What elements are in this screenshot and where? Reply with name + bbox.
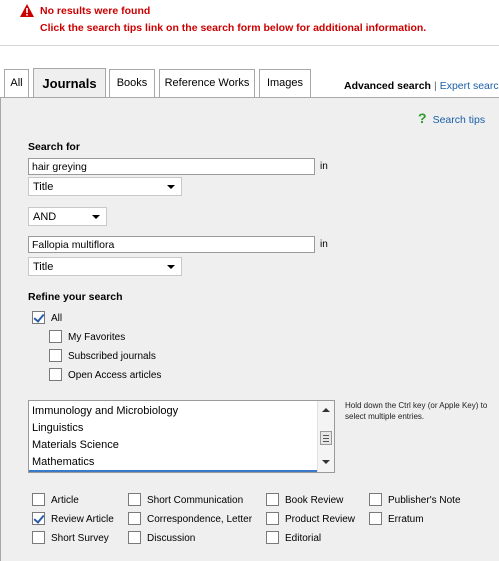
erratum-checkbox[interactable]: [369, 512, 382, 525]
term-2-in-label: in: [320, 239, 328, 250]
open-access-label: Open Access articles: [68, 370, 162, 381]
alert-title: No results were found: [40, 5, 151, 17]
scroll-down-arrow-icon[interactable]: [322, 460, 330, 464]
search-term-2-input[interactable]: [28, 236, 315, 253]
operator-value: AND: [33, 211, 57, 223]
term-1-field-value: Title: [33, 181, 54, 193]
chevron-down-icon: [167, 265, 175, 269]
my-favorites-label: My Favorites: [68, 332, 126, 343]
open-access-checkbox[interactable]: [49, 368, 62, 381]
subject-listbox[interactable]: Immunology and Microbiology Linguistics …: [28, 400, 335, 473]
term-2-field-select[interactable]: Title: [28, 257, 182, 276]
chevron-down-icon: [92, 215, 100, 219]
refine-all-label: All: [51, 313, 63, 324]
subscribed-journals-checkbox[interactable]: [49, 349, 62, 362]
article-checkbox[interactable]: [32, 493, 45, 506]
tab-images[interactable]: Images: [259, 69, 311, 97]
editorial-checkbox[interactable]: [266, 531, 279, 544]
link-separator: |: [433, 80, 437, 92]
term-1-in-label: in: [320, 161, 328, 172]
tab-reference-works[interactable]: Reference Works: [159, 69, 255, 97]
listbox-scrollbar[interactable]: [317, 401, 334, 472]
scroll-up-arrow-icon[interactable]: [322, 408, 330, 412]
refine-all-checkbox[interactable]: [32, 311, 45, 324]
tab-divider: [0, 97, 499, 98]
list-item[interactable]: Mathematics: [32, 456, 94, 468]
correspondence-letter-label: Correspondence, Letter: [147, 514, 253, 525]
list-item[interactable]: Linguistics: [32, 422, 83, 434]
search-term-1-input[interactable]: [28, 158, 315, 175]
advanced-search-link[interactable]: Advanced search: [344, 80, 431, 92]
list-item[interactable]: Immunology and Microbiology: [32, 405, 178, 417]
book-review-label: Book Review: [285, 495, 344, 506]
scrollbar-thumb[interactable]: [320, 431, 332, 445]
review-article-label: Review Article: [51, 514, 114, 525]
short-survey-label: Short Survey: [51, 533, 109, 544]
correspondence-letter-checkbox[interactable]: [128, 512, 141, 525]
alert-message: Click the search tips link on the search…: [40, 22, 427, 34]
multiselect-hint: Hold down the Ctrl key (or Apple Key) to…: [345, 401, 488, 421]
book-review-checkbox[interactable]: [266, 493, 279, 506]
grip-line: [323, 441, 329, 442]
my-favorites-checkbox[interactable]: [49, 330, 62, 343]
short-communication-checkbox[interactable]: [128, 493, 141, 506]
publishers-note-label: Publisher's Note: [388, 495, 461, 506]
search-tips-label: Search tips: [432, 114, 486, 126]
subscribed-journals-label: Subscribed journals: [68, 351, 156, 362]
list-focus-line: [29, 470, 318, 472]
refine-search-label: Refine your search: [28, 291, 123, 303]
term-2-field-value: Title: [33, 261, 54, 273]
review-article-checkbox[interactable]: [32, 512, 45, 525]
boolean-operator-select[interactable]: AND: [28, 207, 107, 226]
product-review-checkbox[interactable]: [266, 512, 279, 525]
no-results-alert: No results were found Click the search t…: [0, 0, 499, 46]
discussion-label: Discussion: [147, 533, 196, 544]
publishers-note-checkbox[interactable]: [369, 493, 382, 506]
grip-line: [323, 435, 329, 436]
short-survey-checkbox[interactable]: [32, 531, 45, 544]
product-review-label: Product Review: [285, 514, 356, 525]
search-mode-links: Advanced search | Expert search: [344, 80, 499, 92]
grip-line: [323, 438, 329, 439]
search-tips-link[interactable]: ? Search tips: [418, 110, 485, 126]
chevron-down-icon: [167, 185, 175, 189]
list-item[interactable]: Materials Science: [32, 439, 119, 451]
discussion-checkbox[interactable]: [128, 531, 141, 544]
term-1-field-select[interactable]: Title: [28, 177, 182, 196]
expert-search-link[interactable]: Expert search: [440, 80, 499, 92]
erratum-label: Erratum: [388, 514, 424, 525]
article-label: Article: [51, 495, 79, 506]
tab-all[interactable]: All: [4, 69, 29, 97]
warning-icon: [20, 4, 34, 17]
tab-books[interactable]: Books: [109, 69, 155, 97]
help-question-icon: ?: [418, 110, 427, 126]
editorial-label: Editorial: [285, 533, 322, 544]
search-for-label: Search for: [28, 141, 80, 153]
tab-journals[interactable]: Journals: [33, 68, 106, 98]
short-communication-label: Short Communication: [147, 495, 244, 506]
